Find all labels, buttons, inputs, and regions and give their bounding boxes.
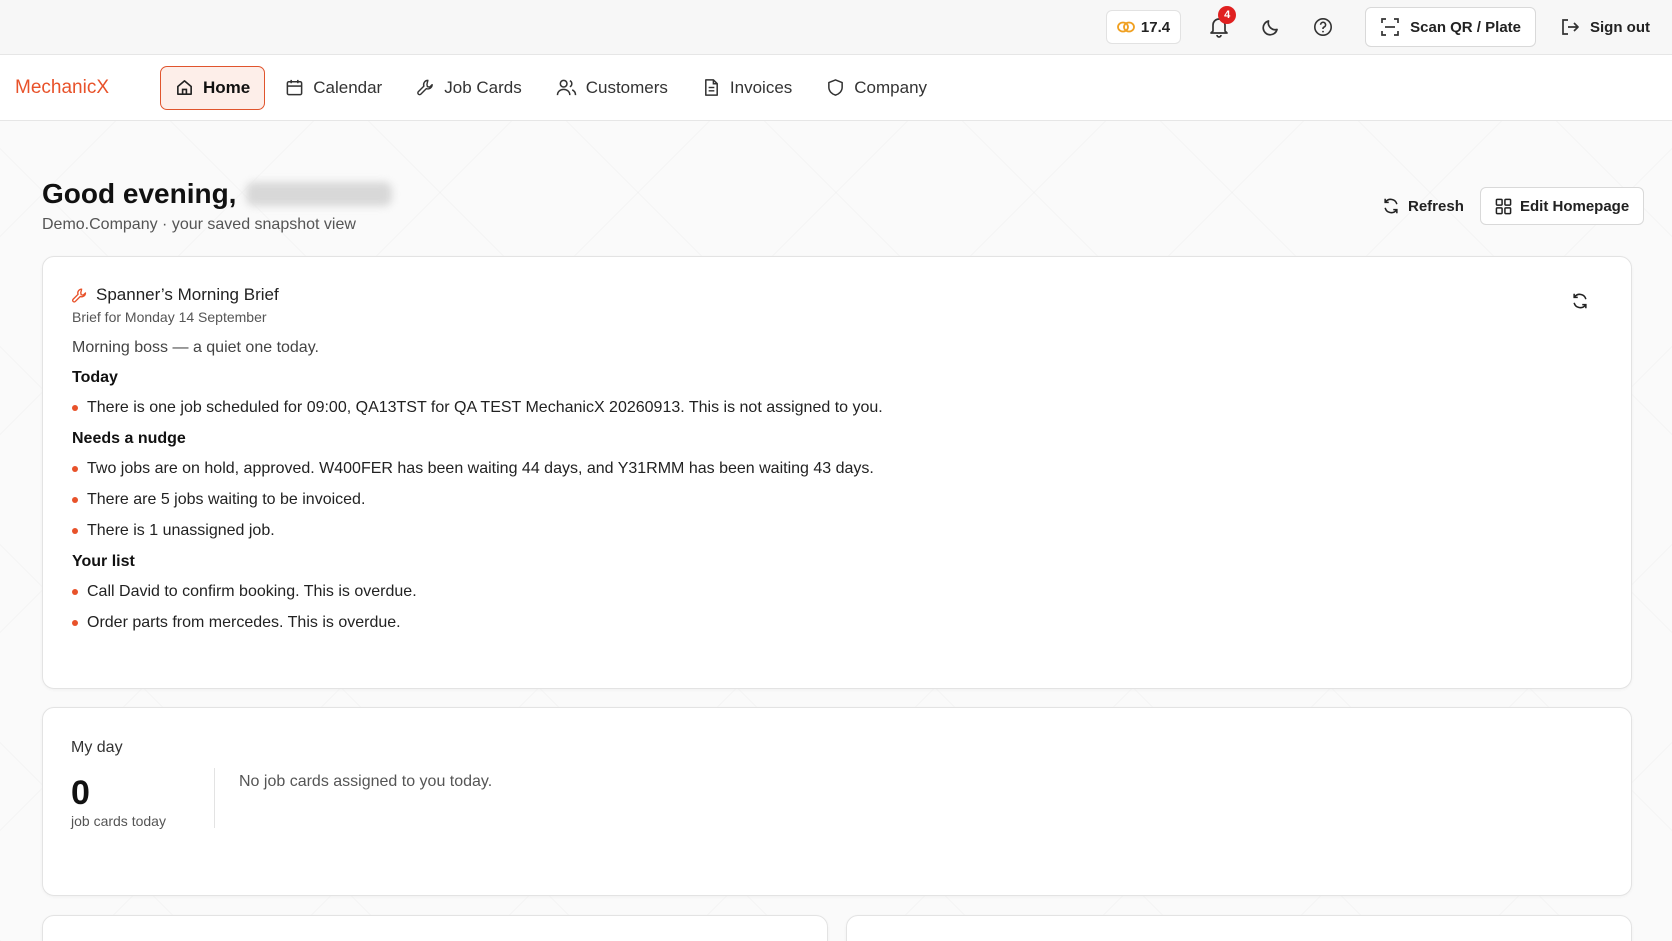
- coins-icon: [1117, 20, 1135, 34]
- moon-icon: [1261, 17, 1281, 37]
- list-item: Call David to confirm booking. This is o…: [72, 583, 1552, 601]
- main-nav: MechanicX Home Calendar Job Cards Custom…: [0, 55, 1672, 121]
- nav-label: Company: [854, 77, 928, 97]
- job-cards-count: 0: [71, 774, 90, 812]
- morning-brief-card: Spanner’s Morning Brief Brief for Monday…: [42, 256, 1632, 689]
- edit-homepage-label: Edit Homepage: [1520, 197, 1630, 215]
- shield-icon: [826, 78, 845, 97]
- list-item: There are 5 jobs waiting to be invoiced.: [72, 491, 1552, 509]
- credits-indicator[interactable]: 17.4: [1105, 10, 1182, 44]
- bullet-dot: [72, 589, 78, 595]
- bullet-dot: [72, 620, 78, 626]
- nav-item-home[interactable]: Home: [160, 65, 266, 110]
- refresh-icon: [1571, 292, 1589, 310]
- refresh-button[interactable]: Refresh: [1382, 190, 1464, 222]
- credits-value: 17.4: [1140, 18, 1171, 36]
- sign-out-button[interactable]: Sign out: [1560, 17, 1650, 37]
- wrench-icon: [71, 287, 88, 304]
- nav-label: Job Cards: [444, 77, 522, 97]
- brief-title: Spanner’s Morning Brief: [96, 285, 279, 304]
- bullet-text: There is one job scheduled for 09:00, QA…: [87, 399, 883, 416]
- help-button[interactable]: [1305, 9, 1341, 45]
- list-item: There is 1 unassigned job.: [72, 522, 1552, 540]
- scan-icon: [1380, 17, 1400, 37]
- scan-qr-plate-button[interactable]: Scan QR / Plate: [1365, 7, 1536, 47]
- wrench-icon: [416, 78, 435, 97]
- brief-refresh-button[interactable]: [1571, 292, 1589, 310]
- my-day-card: My day 0 job cards today No job cards as…: [42, 707, 1632, 896]
- greeting-text: Good evening,: [42, 178, 237, 209]
- home-icon: [175, 78, 194, 97]
- edit-homepage-button[interactable]: Edit Homepage: [1480, 187, 1645, 225]
- users-icon: [556, 78, 577, 97]
- nav-label: Calendar: [313, 77, 383, 97]
- sign-out-label: Sign out: [1590, 18, 1650, 36]
- notifications-button[interactable]: 4: [1201, 6, 1237, 45]
- grid-icon: [1495, 198, 1512, 215]
- calendar-icon: [285, 78, 304, 97]
- help-icon: [1313, 17, 1333, 37]
- list-item: Order parts from mercedes. This is overd…: [72, 614, 1552, 632]
- bullet-text: Order parts from mercedes. This is overd…: [87, 614, 401, 631]
- refresh-icon: [1382, 197, 1400, 215]
- bullet-dot: [72, 405, 78, 411]
- my-day-title: My day: [71, 739, 123, 756]
- nav-item-invoices[interactable]: Invoices: [688, 66, 806, 110]
- section-title-today: Today: [72, 369, 118, 386]
- bullet-text: Call David to confirm booking. This is o…: [87, 583, 417, 600]
- brief-date: Brief for Monday 14 September: [72, 309, 267, 325]
- refresh-label: Refresh: [1408, 197, 1464, 215]
- nav-label: Customers: [585, 77, 668, 97]
- nav-item-company[interactable]: Company: [812, 66, 941, 110]
- sign-out-icon: [1560, 17, 1580, 37]
- bullet-text: There is 1 unassigned job.: [87, 522, 275, 539]
- list-item: Two jobs are on hold, approved. W400FER …: [72, 460, 1552, 478]
- nav-item-calendar[interactable]: Calendar: [271, 66, 396, 110]
- brief-header: Spanner’s Morning Brief: [71, 285, 279, 305]
- scan-label: Scan QR / Plate: [1410, 18, 1521, 36]
- notification-badge: 4: [1218, 6, 1237, 24]
- divider: [214, 768, 215, 828]
- widget-card-left: [42, 915, 828, 941]
- user-name-redacted: [246, 182, 393, 206]
- bullet-dot: [72, 528, 78, 534]
- bullet-text: There are 5 jobs waiting to be invoiced.: [87, 491, 366, 508]
- bullet-dot: [72, 497, 78, 503]
- page-subtitle: Demo.Company · your saved snapshot view: [42, 216, 356, 233]
- empty-state-message: No job cards assigned to you today.: [239, 773, 493, 790]
- list-item: There is one job scheduled for 09:00, QA…: [72, 399, 1552, 417]
- nav-label: Invoices: [729, 77, 793, 97]
- widget-card-right: [846, 915, 1632, 941]
- nav-label: Home: [203, 77, 251, 97]
- brief-intro: Morning boss — a quiet one today.: [72, 339, 319, 356]
- brand-logo[interactable]: MechanicX: [15, 77, 160, 99]
- bullet-dot: [72, 466, 78, 472]
- job-cards-count-label: job cards today: [71, 813, 166, 829]
- nav-item-job-cards[interactable]: Job Cards: [402, 66, 535, 110]
- bullet-text: Two jobs are on hold, approved. W400FER …: [87, 460, 874, 477]
- section-title-needs-a-nudge: Needs a nudge: [72, 430, 186, 447]
- theme-toggle-button[interactable]: [1253, 9, 1289, 45]
- document-icon: [702, 78, 721, 97]
- page-title: Good evening,: [42, 178, 393, 210]
- nav-item-customers[interactable]: Customers: [542, 66, 682, 110]
- brief-body: Morning boss — a quiet one today. Today …: [72, 339, 1552, 645]
- section-title-your-list: Your list: [72, 553, 135, 570]
- top-bar: 17.4 4 Scan QR / Plate Sign out: [0, 0, 1672, 55]
